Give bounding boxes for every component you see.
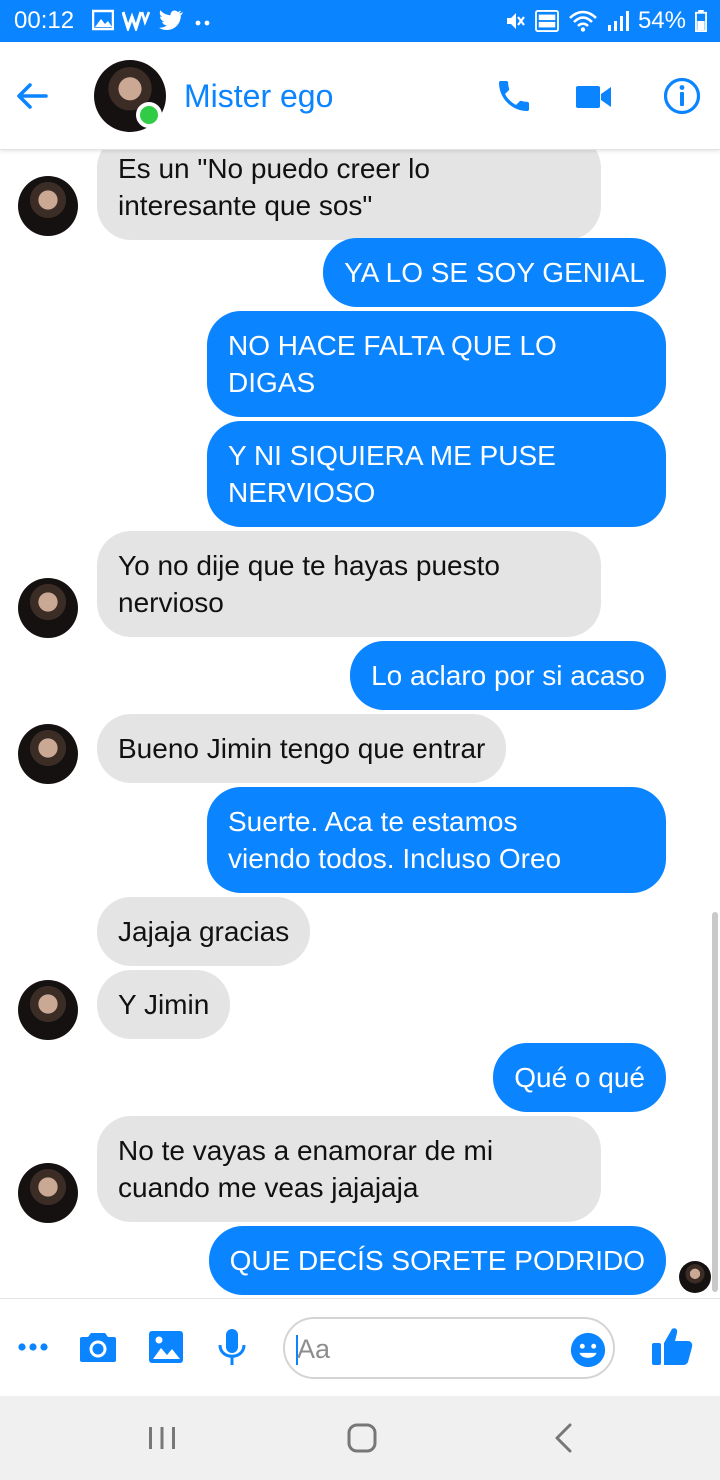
twitter-notification-icon bbox=[159, 10, 183, 30]
outgoing-message[interactable]: YA LO SE SOY GENIAL bbox=[323, 238, 666, 307]
back-icon[interactable] bbox=[544, 1418, 584, 1458]
more-icon[interactable] bbox=[14, 1327, 54, 1367]
message-input[interactable] bbox=[297, 1333, 557, 1365]
online-status-dot bbox=[136, 102, 162, 128]
contact-name[interactable]: Mister ego bbox=[184, 78, 333, 115]
video-camera-icon[interactable] bbox=[574, 78, 614, 118]
system-navigation-bar bbox=[0, 1396, 720, 1480]
emoji-icon[interactable] bbox=[569, 1331, 607, 1369]
sender-avatar[interactable] bbox=[18, 980, 78, 1040]
sender-avatar[interactable] bbox=[18, 578, 78, 638]
camera-icon[interactable] bbox=[78, 1327, 118, 1367]
outgoing-message[interactable]: Y NI SIQUIERA ME PUSE NERVIOSO bbox=[207, 421, 666, 527]
back-arrow-icon[interactable] bbox=[12, 76, 52, 116]
battery-icon bbox=[695, 10, 707, 32]
outgoing-message[interactable]: Lo aclaro por si acaso bbox=[350, 641, 666, 710]
home-icon[interactable] bbox=[342, 1418, 382, 1458]
system-icons: 54% bbox=[504, 7, 708, 35]
incoming-message[interactable]: Bueno Jimin tengo que entrar bbox=[97, 714, 507, 783]
incoming-message[interactable]: Yo no dije que te hayas puesto nervioso bbox=[97, 531, 601, 637]
seen-receipt-avatar bbox=[679, 1261, 711, 1293]
message-input-box[interactable] bbox=[283, 1317, 615, 1379]
battery-percent: 54% bbox=[637, 7, 686, 34]
microphone-icon[interactable] bbox=[212, 1327, 252, 1367]
gallery-notification-icon bbox=[92, 9, 114, 31]
scrollbar[interactable] bbox=[712, 912, 718, 1292]
wifi-icon bbox=[569, 10, 597, 32]
incoming-message[interactable]: Jajaja gracias bbox=[97, 897, 311, 966]
sender-avatar[interactable] bbox=[18, 1163, 78, 1223]
outgoing-message[interactable]: NO HACE FALTA QUE LO DIGAS bbox=[207, 311, 666, 417]
image-icon[interactable] bbox=[146, 1327, 186, 1367]
message-list[interactable]: Es un "No puedo creer lo interesante que… bbox=[0, 150, 720, 1298]
sender-avatar[interactable] bbox=[18, 724, 78, 784]
signal-icon bbox=[607, 11, 629, 31]
notification-icons bbox=[92, 9, 214, 31]
incoming-message[interactable]: Y Jimin bbox=[97, 970, 231, 1039]
sender-avatar[interactable] bbox=[18, 176, 78, 236]
info-icon[interactable] bbox=[662, 76, 702, 116]
outgoing-message[interactable]: QUE DECÍS SORETE PODRIDO bbox=[208, 1226, 666, 1295]
vowifi-icon bbox=[535, 10, 559, 32]
w-app-notification-icon bbox=[122, 11, 150, 31]
phone-icon[interactable] bbox=[494, 76, 534, 116]
thumbs-up-icon[interactable] bbox=[650, 1325, 694, 1369]
incoming-message[interactable]: Es un "No puedo creer lo interesante que… bbox=[97, 150, 601, 240]
conversation-header: Mister ego bbox=[0, 42, 720, 150]
mute-icon bbox=[506, 13, 525, 29]
outgoing-message[interactable]: Qué o qué bbox=[493, 1043, 666, 1112]
recents-icon[interactable] bbox=[142, 1418, 182, 1458]
status-bar: 00:12 54% bbox=[0, 0, 720, 42]
message-composer bbox=[0, 1298, 720, 1396]
incoming-message[interactable]: No te vayas a enamorar de mi cuando me v… bbox=[97, 1116, 601, 1222]
more-notifications-icon bbox=[195, 20, 210, 26]
status-time: 00:12 bbox=[14, 7, 75, 34]
outgoing-message[interactable]: Suerte. Aca te estamos viendo todos. Inc… bbox=[207, 787, 666, 893]
